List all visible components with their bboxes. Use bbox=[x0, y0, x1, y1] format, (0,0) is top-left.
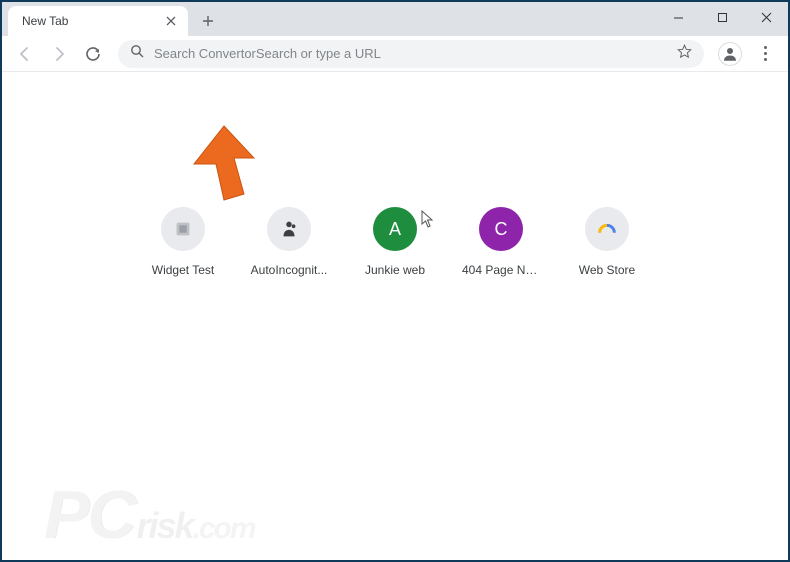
watermark-pc: PC bbox=[44, 476, 134, 554]
shortcut-label: 404 Page Not ... bbox=[462, 263, 540, 277]
shortcut-tile[interactable]: Web Store bbox=[568, 207, 646, 277]
tab-title: New Tab bbox=[22, 14, 164, 28]
shortcut-tile[interactable]: C 404 Page Not ... bbox=[462, 207, 540, 277]
watermark-risk: risk bbox=[136, 505, 192, 547]
shortcut-icon: A bbox=[373, 207, 417, 251]
search-icon bbox=[130, 44, 144, 63]
shortcut-icon bbox=[267, 207, 311, 251]
close-tab-icon[interactable] bbox=[164, 14, 178, 28]
forward-button[interactable] bbox=[44, 39, 74, 69]
watermark-logo: PC risk .com bbox=[44, 476, 255, 554]
address-bar[interactable] bbox=[118, 40, 704, 68]
shortcut-label: Widget Test bbox=[144, 263, 222, 277]
bookmark-star-icon[interactable] bbox=[677, 44, 692, 64]
reload-button[interactable] bbox=[78, 39, 108, 69]
shortcut-tile[interactable]: Widget Test bbox=[144, 207, 222, 277]
new-tab-button[interactable] bbox=[194, 7, 222, 35]
shortcut-icon bbox=[161, 207, 205, 251]
new-tab-content: Widget Test AutoIncognit... A Junkie web… bbox=[2, 72, 788, 560]
shortcut-label: AutoIncognit... bbox=[250, 263, 328, 277]
shortcut-label: Junkie web bbox=[356, 263, 434, 277]
toolbar bbox=[2, 36, 788, 72]
shortcut-tile[interactable]: A Junkie web bbox=[356, 207, 434, 277]
browser-tab[interactable]: New Tab bbox=[8, 6, 188, 36]
shortcut-icon bbox=[585, 207, 629, 251]
watermark-com: .com bbox=[193, 512, 255, 546]
tab-bar: New Tab bbox=[2, 2, 788, 36]
address-input[interactable] bbox=[154, 46, 667, 61]
back-button[interactable] bbox=[10, 39, 40, 69]
shortcut-tile[interactable]: AutoIncognit... bbox=[250, 207, 328, 277]
minimize-button[interactable] bbox=[656, 2, 700, 32]
window-controls bbox=[656, 2, 788, 36]
shortcuts-row: Widget Test AutoIncognit... A Junkie web… bbox=[144, 207, 646, 277]
maximize-button[interactable] bbox=[700, 2, 744, 32]
profile-avatar[interactable] bbox=[718, 42, 742, 66]
close-window-button[interactable] bbox=[744, 2, 788, 32]
annotation-arrow-icon bbox=[188, 124, 258, 211]
shortcut-label: Web Store bbox=[568, 263, 646, 277]
browser-menu-button[interactable] bbox=[750, 39, 780, 69]
shortcut-icon: C bbox=[479, 207, 523, 251]
